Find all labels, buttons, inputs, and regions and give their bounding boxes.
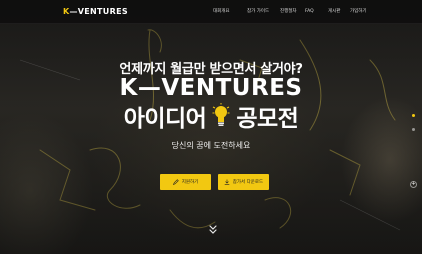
slide-indicator-active[interactable] bbox=[412, 114, 415, 117]
contest-title-left: 아이디어 bbox=[123, 106, 207, 132]
brand-logo[interactable]: K—VENTURES bbox=[63, 7, 128, 17]
chevron-down-double-icon[interactable] bbox=[208, 224, 218, 236]
apply-button-label: 지원하기 bbox=[181, 180, 199, 185]
hero-contest-title: 아이디어 공모전 bbox=[0, 101, 422, 132]
nav-item-signup[interactable]: 가입하기 bbox=[350, 7, 367, 17]
nav-item-faq[interactable]: FAQ bbox=[305, 7, 314, 17]
plus-icon[interactable]: + bbox=[410, 181, 417, 188]
download-button-label: 참가서 다운로드 bbox=[232, 180, 264, 185]
nav-item-guide[interactable]: 참가 가이드 bbox=[247, 7, 269, 17]
nav-item-process[interactable]: 진행절차 bbox=[280, 7, 297, 17]
download-icon bbox=[224, 179, 230, 185]
nav-item-overview[interactable]: 대회개요 bbox=[213, 7, 230, 17]
hero-brand-title: K—VENTURES bbox=[119, 75, 303, 101]
slide-indicator[interactable] bbox=[412, 128, 415, 131]
top-navigation-bar: K—VENTURES 대회개요 참가 가이드 진행절차 FAQ 게시판 가입하기 bbox=[0, 0, 422, 24]
contest-title-right: 공모전 bbox=[236, 106, 299, 132]
pencil-icon bbox=[172, 179, 179, 185]
lightbulb-icon bbox=[212, 103, 230, 126]
nav-item-board[interactable]: 게시판 bbox=[328, 7, 340, 17]
logo-text: —VENTURES bbox=[69, 7, 128, 16]
apply-button[interactable]: 지원하기 bbox=[160, 174, 211, 190]
hero-tagline: 당신의 꿈에 도전하세요 bbox=[171, 141, 251, 150]
download-button[interactable]: 참가서 다운로드 bbox=[218, 174, 269, 190]
